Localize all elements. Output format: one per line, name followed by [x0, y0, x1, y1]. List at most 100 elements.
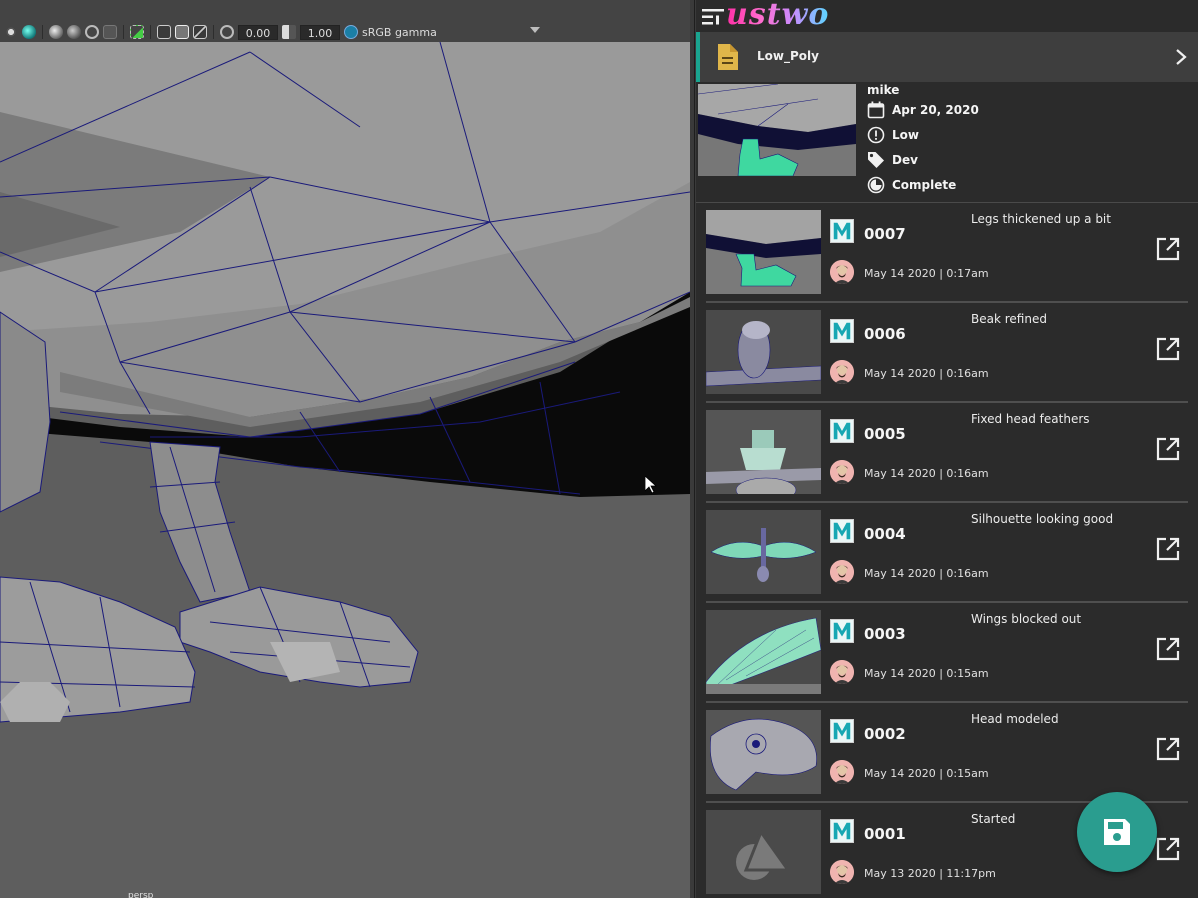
gamma-icon[interactable]	[282, 25, 296, 39]
viewport-menu-strip	[0, 0, 690, 22]
open-external-icon[interactable]	[1156, 737, 1180, 761]
calendar-icon	[867, 101, 885, 119]
3d-viewport[interactable]: 0.00 1.00 sRGB gamma persp	[0, 0, 690, 898]
file-selector-bar[interactable]: Low_Poly	[696, 32, 1198, 82]
version-thumbnail	[706, 810, 821, 894]
version-number: 0004	[864, 525, 906, 543]
open-external-icon[interactable]	[1156, 237, 1180, 261]
shaded-sphere-icon[interactable]	[22, 25, 36, 39]
exposure-input[interactable]: 0.00	[238, 24, 278, 40]
panel-splitter-line	[694, 0, 695, 898]
version-date: May 14 2020 | 0:17am	[864, 267, 989, 280]
version-row[interactable]: 0006 May 14 2020 | 0:16am Beak refined	[706, 303, 1188, 403]
version-number: 0005	[864, 425, 906, 443]
info-tag: Dev	[892, 153, 918, 167]
bounding-box-icon[interactable]	[103, 25, 117, 39]
status-icon	[867, 176, 885, 194]
wireframe-shade-icon[interactable]	[85, 25, 99, 39]
user-avatar	[830, 460, 854, 484]
info-status: Complete	[892, 178, 957, 192]
menu-icon[interactable]	[702, 8, 724, 26]
user-avatar	[830, 260, 854, 284]
owner-name: mike	[867, 83, 900, 97]
open-external-icon[interactable]	[1156, 837, 1180, 861]
save-icon	[1104, 819, 1130, 845]
version-comment: Fixed head feathers	[971, 412, 1090, 426]
info-date: Apr 20, 2020	[892, 103, 979, 117]
color-space-dropdown-icon[interactable]	[530, 27, 540, 33]
toolbar-divider	[150, 25, 151, 39]
info-status-row: Complete	[867, 176, 956, 194]
maya-app-icon	[830, 419, 854, 443]
viewport-camera-label: persp	[128, 891, 154, 898]
file-thumbnail	[698, 84, 856, 176]
smooth-shade-icon[interactable]	[49, 25, 63, 39]
version-row[interactable]: 0007 May 14 2020 | 0:17am Legs thickened…	[706, 203, 1188, 303]
toolbar-divider	[42, 25, 43, 39]
color-space-label[interactable]: sRGB gamma	[362, 26, 437, 39]
user-avatar	[830, 360, 854, 384]
user-avatar	[830, 860, 854, 884]
info-priority-row: Low	[867, 126, 919, 144]
isolate-select-icon[interactable]	[130, 25, 144, 39]
flat-shade-icon[interactable]	[67, 25, 81, 39]
version-date: May 14 2020 | 0:16am	[864, 567, 989, 580]
maya-app-icon	[830, 519, 854, 543]
open-external-icon[interactable]	[1156, 437, 1180, 461]
info-tag-row: Dev	[867, 151, 918, 169]
xray-active-icon[interactable]	[175, 25, 189, 39]
version-comment: Silhouette looking good	[971, 512, 1114, 526]
gamma-input[interactable]: 1.00	[300, 24, 340, 40]
version-row[interactable]: 0005 May 14 2020 | 0:16am Fixed head fea…	[706, 403, 1188, 503]
save-button[interactable]	[1077, 792, 1157, 872]
version-comment: Started	[971, 812, 1016, 826]
user-avatar	[830, 560, 854, 584]
version-comment: Beak refined	[971, 312, 1047, 326]
version-thumbnail	[706, 210, 821, 294]
file-info-section: mike Apr 20, 2020 Low Dev Complete	[696, 82, 1198, 202]
version-thumbnail	[706, 310, 821, 394]
app-root: 0.00 1.00 sRGB gamma persp ustwo Low_Pol…	[0, 0, 1198, 898]
version-comment: Legs thickened up a bit	[971, 212, 1111, 226]
open-external-icon[interactable]	[1156, 537, 1180, 561]
version-number: 0003	[864, 625, 906, 643]
maya-app-icon	[830, 219, 854, 243]
info-date-row: Apr 20, 2020	[867, 101, 979, 119]
info-priority: Low	[892, 128, 919, 142]
bird-model-render[interactable]: persp	[0, 42, 690, 898]
file-name: Low_Poly	[757, 49, 819, 63]
version-number: 0006	[864, 325, 906, 343]
version-number: 0001	[864, 825, 906, 843]
version-row[interactable]: 0003 May 14 2020 | 0:15am Wings blocked …	[706, 603, 1188, 703]
mouse-cursor-icon	[645, 476, 657, 494]
version-panel: ustwo Low_Poly mike Apr 20, 2020 Low Dev…	[696, 0, 1198, 898]
xray-joints-icon[interactable]	[193, 25, 207, 39]
open-external-icon[interactable]	[1156, 637, 1180, 661]
tag-icon	[868, 152, 884, 168]
priority-alert-icon	[867, 126, 885, 144]
exposure-icon[interactable]	[220, 25, 234, 39]
color-management-icon[interactable]	[344, 25, 358, 39]
version-row[interactable]: 0002 May 14 2020 | 0:15am Head modeled	[706, 703, 1188, 803]
version-comment: Wings blocked out	[971, 612, 1082, 626]
chevron-right-icon[interactable]	[1174, 48, 1188, 66]
maya-app-icon	[830, 719, 854, 743]
user-avatar	[830, 660, 854, 684]
light-icon[interactable]	[4, 25, 18, 39]
version-date: May 14 2020 | 0:15am	[864, 767, 989, 780]
toolbar-divider	[123, 25, 124, 39]
version-thumbnail	[706, 710, 821, 794]
toolbar-divider	[213, 25, 214, 39]
version-thumbnail	[706, 410, 821, 494]
xray-icon[interactable]	[157, 25, 171, 39]
version-comment: Head modeled	[971, 712, 1059, 726]
version-date: May 14 2020 | 0:15am	[864, 667, 989, 680]
open-external-icon[interactable]	[1156, 337, 1180, 361]
maya-app-icon	[830, 319, 854, 343]
maya-app-icon	[830, 819, 854, 843]
version-thumbnail	[706, 510, 821, 594]
version-date: May 14 2020 | 0:16am	[864, 467, 989, 480]
document-icon	[718, 44, 738, 70]
user-avatar	[830, 760, 854, 784]
version-row[interactable]: 0004 May 14 2020 | 0:16am Silhouette loo…	[706, 503, 1188, 603]
